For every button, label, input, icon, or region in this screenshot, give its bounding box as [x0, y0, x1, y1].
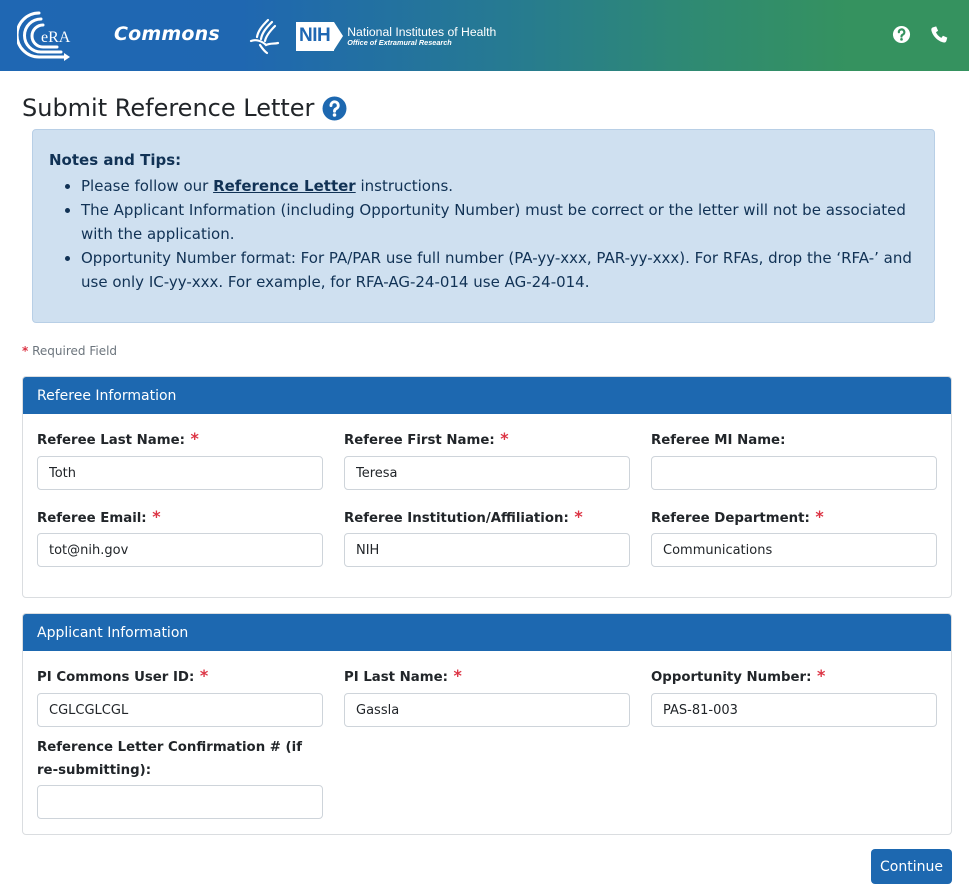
- field-label: Referee Email:: [37, 511, 147, 526]
- referee-email-input[interactable]: [37, 533, 323, 567]
- notes-and-tips-panel: Notes and Tips: Please follow our Refere…: [32, 129, 935, 323]
- referee-first-name-input[interactable]: [344, 456, 630, 490]
- referee-last-name-input[interactable]: [37, 456, 323, 490]
- note-item: Opportunity Number format: For PA/PAR us…: [81, 246, 918, 294]
- required-star-icon: *: [494, 429, 509, 448]
- opportunity-number-field: Opportunity Number: *: [651, 666, 825, 689]
- referee-department-input[interactable]: [651, 533, 937, 567]
- referee-email-field: Referee Email: *: [37, 507, 161, 530]
- phone-icon[interactable]: [930, 25, 949, 44]
- referee-mi-name-field: Referee MI Name:: [651, 429, 785, 452]
- field-label: PI Commons User ID:: [37, 670, 195, 685]
- field-label: Referee Institution/Affiliation:: [344, 511, 569, 526]
- page-title-text: Submit Reference Letter: [22, 94, 315, 122]
- nih-office: Office of Extramural Research: [347, 37, 452, 47]
- notes-list: Please follow our Reference Letter instr…: [49, 174, 918, 294]
- referee-first-name-field: Referee First Name: *: [344, 429, 509, 452]
- confirmation-number-field: Reference Letter Confirmation # (if re-s…: [37, 736, 317, 782]
- page-title: Submit Reference Letter: [22, 94, 347, 122]
- required-field-note: * Required Field: [22, 344, 117, 358]
- referee-institution-field: Referee Institution/Affiliation: *: [344, 507, 583, 530]
- required-star-icon: *: [194, 666, 209, 685]
- field-label: Referee Department:: [651, 511, 810, 526]
- help-circle-icon[interactable]: [892, 25, 911, 44]
- required-star-icon: *: [811, 666, 826, 685]
- era-logo-icon[interactable]: eRA: [17, 10, 79, 62]
- pi-commons-user-id-field: PI Commons User ID: *: [37, 666, 208, 689]
- app-name: Commons: [114, 23, 220, 45]
- pi-commons-user-id-input[interactable]: [37, 693, 323, 727]
- required-star-icon: *: [184, 429, 199, 448]
- required-star-icon: *: [22, 344, 29, 358]
- top-header-bar: eRA Commons NIH National Institutes of H…: [0, 0, 969, 71]
- hhs-eagle-icon: [249, 18, 280, 55]
- help-circle-icon[interactable]: [322, 96, 347, 121]
- pi-last-name-input[interactable]: [344, 693, 630, 727]
- reference-letter-link[interactable]: Reference Letter: [213, 177, 356, 195]
- referee-mi-name-input[interactable]: [651, 456, 937, 490]
- required-star-icon: *: [568, 507, 583, 526]
- required-field-label: Required Field: [32, 344, 118, 358]
- referee-department-field: Referee Department: *: [651, 507, 824, 530]
- opportunity-number-input[interactable]: [651, 693, 937, 727]
- required-star-icon: *: [447, 666, 462, 685]
- confirmation-number-input[interactable]: [37, 785, 323, 819]
- field-label: Referee MI Name:: [651, 433, 786, 448]
- referee-information-header: Referee Information: [23, 377, 951, 414]
- referee-institution-input[interactable]: [344, 533, 630, 567]
- nih-logo[interactable]: NIH National Institutes of Health Office…: [296, 21, 496, 51]
- note-item: Please follow our Reference Letter instr…: [81, 174, 918, 198]
- note-item: The Applicant Information (including Opp…: [81, 198, 918, 246]
- referee-information-card: Referee Information Referee Last Name: *…: [22, 376, 952, 598]
- applicant-information-card: Applicant Information PI Commons User ID…: [22, 613, 952, 835]
- svg-text:eRA: eRA: [41, 29, 71, 46]
- nih-name: National Institutes of Health: [347, 24, 497, 39]
- nih-chevron-icon: [334, 22, 344, 50]
- field-label: Referee Last Name:: [37, 433, 185, 448]
- field-label: Referee First Name:: [344, 433, 495, 448]
- notes-title: Notes and Tips:: [49, 151, 182, 169]
- field-label: PI Last Name:: [344, 670, 448, 685]
- field-label: Opportunity Number:: [651, 670, 812, 685]
- applicant-information-header: Applicant Information: [23, 614, 951, 651]
- continue-button[interactable]: Continue: [871, 849, 952, 884]
- nih-abbrev: NIH: [296, 21, 335, 51]
- pi-last-name-field: PI Last Name: *: [344, 666, 462, 689]
- referee-last-name-field: Referee Last Name: *: [37, 429, 199, 452]
- field-label: Reference Letter Confirmation # (if re-s…: [37, 740, 302, 778]
- required-star-icon: *: [809, 507, 824, 526]
- required-star-icon: *: [146, 507, 161, 526]
